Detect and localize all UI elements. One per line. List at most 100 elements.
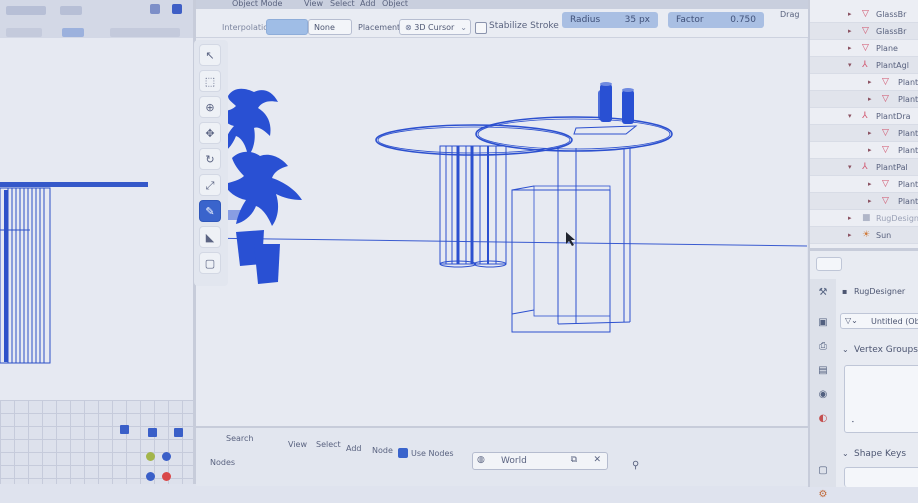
mode-label[interactable]: Object Mode bbox=[232, 0, 282, 8]
view-layer-tab-icon[interactable]: ▤ bbox=[814, 363, 832, 379]
object-name[interactable]: RugDesigner bbox=[854, 287, 905, 296]
outliner-row[interactable]: ▸ ▽ GlassBr bbox=[810, 6, 918, 23]
tool-settings-bar: Interpolation None Placement: ⊗ 3D Curso… bbox=[196, 9, 808, 38]
use-nodes-label: Use Nodes bbox=[411, 449, 454, 458]
falloff-swatch[interactable] bbox=[266, 19, 308, 35]
tool-tab-icon[interactable]: ⚒ bbox=[814, 285, 832, 301]
menu-view[interactable]: View bbox=[304, 0, 323, 8]
status-dot bbox=[146, 452, 155, 461]
secondary-viewport[interactable] bbox=[0, 0, 196, 484]
search-label[interactable]: Search bbox=[226, 434, 253, 443]
menu-select[interactable]: Select bbox=[330, 0, 355, 8]
header-chip bbox=[60, 6, 82, 15]
chevron-down-icon[interactable]: ⌄ bbox=[842, 449, 849, 458]
outliner-row[interactable]: ▸■RugDesigner bbox=[810, 210, 918, 227]
scene-tab-icon[interactable]: ◉ bbox=[814, 387, 832, 403]
menu-add[interactable]: Add bbox=[360, 0, 376, 8]
outliner-row[interactable]: ▸ ▽ Plant bbox=[810, 193, 918, 210]
outliner-row[interactable]: ▸ ▽ Plant bbox=[810, 91, 918, 108]
radius-slider[interactable]: Radius 35 px bbox=[562, 12, 658, 28]
vertex-groups-list[interactable]: ⠂ bbox=[844, 365, 918, 433]
draw-tool-icon[interactable]: ✎ bbox=[199, 200, 221, 222]
properties-tabs: ⚒ ▣ ⎙ ▤ ◉ ◐ ▢ ⚙ bbox=[810, 279, 836, 500]
resize-handle-icon[interactable]: ⠂ bbox=[851, 418, 857, 427]
add-cube-tool-icon[interactable]: ▢ bbox=[199, 252, 221, 274]
outliner-row[interactable]: ▸ ▽ Plant bbox=[810, 142, 918, 159]
keyframe-marker bbox=[174, 428, 183, 437]
cursor-tool-icon[interactable]: ⊕ bbox=[199, 96, 221, 118]
cursor-icon: ⊗ bbox=[405, 23, 415, 32]
outliner-row[interactable]: ▸ ▽ Plant bbox=[810, 74, 918, 91]
falloff-value: None bbox=[314, 23, 335, 32]
use-nodes-checkbox[interactable] bbox=[398, 448, 408, 458]
status-dot bbox=[162, 452, 171, 461]
object-tab-icon[interactable]: ▢ bbox=[814, 463, 832, 479]
menu-node[interactable]: Node bbox=[372, 446, 393, 455]
menu-object[interactable]: Object bbox=[382, 0, 408, 8]
placement-dropdown[interactable]: ⊗ 3D Cursor ⌄ bbox=[399, 19, 471, 35]
world-icon: ◍ bbox=[477, 455, 485, 465]
modifier-tab-icon[interactable]: ⚙ bbox=[814, 487, 832, 503]
menu-add[interactable]: Add bbox=[346, 444, 362, 453]
table-legs bbox=[439, 125, 638, 333]
horizon-line bbox=[196, 237, 807, 247]
outliner-row[interactable]: ▸ ▽ Plant bbox=[810, 125, 918, 142]
select-box-tool-icon[interactable]: ⬚ bbox=[199, 70, 221, 92]
pin-icon[interactable]: ⚲ bbox=[632, 460, 639, 471]
outliner-row[interactable]: ▾ ⅄ PlantAgl bbox=[810, 57, 918, 74]
outliner-row[interactable]: ▾ ⅄ PlantDra bbox=[810, 108, 918, 125]
outliner-row[interactable]: ▸ ▽ Plant bbox=[810, 176, 918, 193]
move-tool-icon[interactable]: ✥ bbox=[199, 122, 221, 144]
rotate-tool-icon[interactable]: ↻ bbox=[199, 148, 221, 170]
editor-type-dropdown[interactable] bbox=[816, 257, 842, 271]
stabilize-checkbox[interactable] bbox=[475, 22, 487, 34]
keyframe-marker bbox=[148, 428, 157, 437]
shape-keys-list[interactable] bbox=[844, 467, 918, 487]
measure-tool-icon[interactable]: ◣ bbox=[199, 226, 221, 248]
secondary-timeline bbox=[0, 400, 193, 484]
duplicate-icon[interactable]: ⧉ bbox=[571, 455, 577, 465]
left-wireframe bbox=[0, 182, 148, 364]
stabilize-label: Stabilize Stroke bbox=[489, 21, 559, 31]
shader-editor-header: Search View Select Add Node Use Nodes ◍ … bbox=[196, 426, 808, 486]
tweak-tool-icon[interactable]: ↖ bbox=[199, 44, 221, 66]
chevron-down-icon: ⌄ bbox=[460, 23, 467, 32]
close-icon[interactable]: ✕ bbox=[593, 455, 601, 465]
vertex-groups-header[interactable]: Vertex Groups bbox=[854, 345, 918, 355]
secondary-viewport-header bbox=[0, 0, 193, 38]
world-selector[interactable]: ◍ World ⧉ ✕ bbox=[472, 452, 608, 470]
object-data-icon: ▪ bbox=[842, 287, 848, 296]
chevron-down-icon[interactable]: ⌄ bbox=[842, 345, 849, 354]
menu-view[interactable]: View bbox=[288, 440, 307, 449]
world-tab-icon[interactable]: ◐ bbox=[814, 411, 832, 427]
falloff-dropdown[interactable]: None bbox=[308, 19, 352, 35]
header-chip bbox=[62, 28, 84, 37]
keyframe-marker bbox=[120, 425, 129, 434]
shape-keys-header[interactable]: Shape Keys bbox=[854, 449, 906, 459]
radius-label: Radius bbox=[570, 15, 601, 25]
header-chip bbox=[6, 6, 46, 15]
menu-select[interactable]: Select bbox=[316, 440, 341, 449]
material-slot-value: Untitled (Ob bbox=[871, 317, 918, 326]
mesh-icon: ▽⌄ bbox=[845, 316, 858, 325]
outliner-row[interactable]: ▸ ▽ GlassBr bbox=[810, 23, 918, 40]
mouse-cursor-icon bbox=[566, 232, 575, 246]
outliner-row[interactable]: ▸ ☀ Sun bbox=[810, 227, 918, 244]
header-chip bbox=[110, 28, 180, 37]
header-chip bbox=[150, 4, 160, 14]
status-dot bbox=[146, 472, 155, 481]
factor-label: Factor bbox=[676, 15, 704, 25]
slot-label: Nodes bbox=[210, 458, 236, 467]
factor-slider[interactable]: Factor 0.750 bbox=[668, 12, 764, 28]
material-slot-field[interactable]: ▽⌄ Untitled (Ob bbox=[840, 313, 918, 329]
drag-label[interactable]: Drag bbox=[780, 10, 799, 19]
world-value: World bbox=[501, 456, 527, 466]
output-tab-icon[interactable]: ⎙ bbox=[814, 339, 832, 355]
header-chip bbox=[6, 28, 42, 37]
outliner-row[interactable]: ▾ ⅄ PlantPal bbox=[810, 159, 918, 176]
outliner-row[interactable]: ▸ ▽ Plane bbox=[810, 40, 918, 57]
scale-tool-icon[interactable]: ⤢ bbox=[199, 174, 221, 196]
radius-value: 35 px bbox=[624, 15, 650, 25]
render-tab-icon[interactable]: ▣ bbox=[814, 315, 832, 331]
3d-viewport[interactable] bbox=[196, 38, 807, 426]
